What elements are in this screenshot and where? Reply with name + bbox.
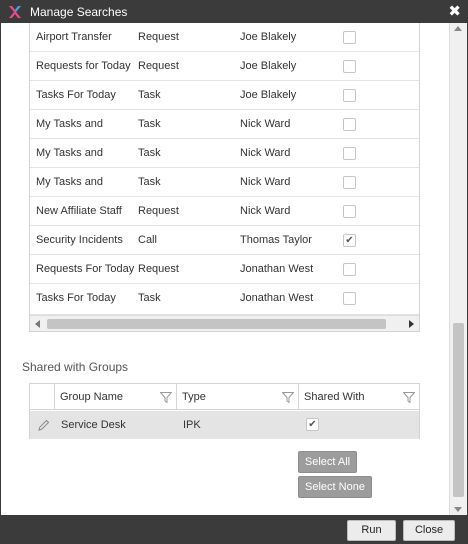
table-row[interactable]: My Tasks and Task Nick Ward bbox=[30, 168, 419, 197]
search-owner: Joe Blakely bbox=[240, 31, 297, 43]
search-type: Task bbox=[138, 118, 161, 130]
dialog-content: Airport Transfer Request Joe Blakely Req… bbox=[1, 23, 449, 515]
searches-grid: Airport Transfer Request Joe Blakely Req… bbox=[29, 23, 420, 332]
share-checkbox[interactable] bbox=[343, 176, 356, 189]
share-checkbox[interactable] bbox=[343, 292, 356, 305]
search-type: Request bbox=[138, 31, 179, 43]
group-type: IPK bbox=[183, 419, 201, 431]
search-name: My Tasks and bbox=[36, 147, 104, 159]
table-row[interactable]: Requests For Today Request Jonathan West bbox=[30, 255, 419, 284]
search-owner: Joe Blakely bbox=[240, 89, 297, 101]
app-logo-icon bbox=[9, 6, 21, 18]
search-type: Task bbox=[138, 89, 161, 101]
dialog-footer: Run Close bbox=[1, 515, 467, 544]
table-row[interactable]: Tasks For Today Task Jonathan West bbox=[30, 284, 419, 315]
search-name: Airport Transfer bbox=[36, 31, 112, 43]
search-name: Tasks For Today bbox=[36, 89, 116, 101]
share-checkbox-checked[interactable]: ✔ bbox=[343, 234, 356, 247]
select-none-button[interactable]: Select None bbox=[298, 476, 372, 498]
filter-icon[interactable] bbox=[160, 392, 172, 403]
vertical-scrollbar[interactable] bbox=[449, 23, 467, 515]
table-row[interactable]: My Tasks and Task Nick Ward bbox=[30, 139, 419, 168]
search-type: Task bbox=[138, 176, 161, 188]
select-all-button[interactable]: Select All bbox=[298, 451, 357, 473]
scroll-left-icon[interactable] bbox=[35, 320, 40, 328]
share-checkbox[interactable] bbox=[343, 89, 356, 102]
search-name: New Affiliate Staff bbox=[36, 205, 122, 217]
share-checkbox[interactable] bbox=[343, 263, 356, 276]
share-checkbox[interactable] bbox=[343, 118, 356, 131]
search-type: Request bbox=[138, 205, 179, 217]
column-label: Shared With bbox=[304, 391, 365, 403]
table-row[interactable]: Security Incidents Call Thomas Taylor ✔ bbox=[30, 226, 419, 255]
share-checkbox[interactable] bbox=[343, 205, 356, 218]
filter-icon[interactable] bbox=[282, 392, 294, 403]
search-name: My Tasks and bbox=[36, 176, 104, 188]
filter-icon[interactable] bbox=[403, 392, 415, 403]
search-type: Task bbox=[138, 292, 161, 304]
table-row[interactable]: Requests for Today Request Joe Blakely bbox=[30, 52, 419, 81]
table-row[interactable]: Tasks For Today Task Joe Blakely bbox=[30, 81, 419, 110]
search-type: Request bbox=[138, 263, 179, 275]
search-owner: Nick Ward bbox=[240, 147, 291, 159]
search-owner: Joe Blakely bbox=[240, 60, 297, 72]
search-type: Request bbox=[138, 60, 179, 72]
scrollbar-thumb[interactable] bbox=[453, 323, 464, 497]
search-owner: Nick Ward bbox=[240, 205, 291, 217]
title-bar: Manage Searches ✖ bbox=[1, 1, 467, 23]
shared-groups-label: Shared with Groups bbox=[22, 360, 129, 374]
table-row[interactable]: New Affiliate Staff Request Nick Ward bbox=[30, 197, 419, 226]
search-owner: Nick Ward bbox=[240, 118, 291, 130]
search-owner: Nick Ward bbox=[240, 176, 291, 188]
scrollbar-thumb[interactable] bbox=[47, 319, 386, 329]
search-owner: Thomas Taylor bbox=[240, 234, 312, 246]
search-type: Call bbox=[138, 234, 157, 246]
column-type[interactable]: Type bbox=[177, 384, 299, 410]
scroll-up-icon[interactable] bbox=[454, 26, 462, 31]
search-name: Security Incidents bbox=[36, 234, 123, 246]
search-type: Task bbox=[138, 147, 161, 159]
column-shared-with[interactable]: Shared With bbox=[299, 384, 419, 410]
grid-header: Group Name Type Shared With bbox=[30, 384, 419, 410]
share-checkbox[interactable] bbox=[343, 147, 356, 160]
header-spacer bbox=[30, 384, 55, 410]
run-button[interactable]: Run bbox=[347, 520, 396, 541]
shared-with-checkbox-checked[interactable]: ✔ bbox=[306, 418, 319, 431]
search-owner: Jonathan West bbox=[240, 263, 314, 275]
manage-searches-dialog: Manage Searches ✖ Airport Transfer Reque… bbox=[0, 0, 468, 544]
share-checkbox[interactable] bbox=[343, 31, 356, 44]
search-name: Requests For Today bbox=[36, 263, 135, 275]
horizontal-scrollbar[interactable] bbox=[30, 315, 419, 331]
column-label: Group Name bbox=[60, 391, 123, 403]
search-name: My Tasks and bbox=[36, 118, 104, 130]
search-name: Tasks For Today bbox=[36, 292, 116, 304]
scroll-right-icon[interactable] bbox=[409, 320, 414, 328]
scroll-down-icon[interactable] bbox=[454, 507, 462, 512]
close-icon[interactable]: ✖ bbox=[448, 3, 461, 20]
search-name: Requests for Today bbox=[36, 60, 131, 72]
column-group-name[interactable]: Group Name bbox=[55, 384, 177, 410]
window-title: Manage Searches bbox=[30, 5, 128, 19]
search-owner: Jonathan West bbox=[240, 292, 314, 304]
shared-groups-grid: Group Name Type Shared With Service Desk… bbox=[29, 383, 420, 439]
table-row[interactable]: My Tasks and Task Nick Ward bbox=[30, 110, 419, 139]
close-button[interactable]: Close bbox=[403, 520, 455, 541]
pencil-icon[interactable] bbox=[38, 419, 50, 431]
table-row[interactable]: Airport Transfer Request Joe Blakely bbox=[30, 23, 419, 52]
column-label: Type bbox=[182, 391, 206, 403]
table-row[interactable]: Service Desk IPK ✔ bbox=[30, 411, 419, 439]
share-checkbox[interactable] bbox=[343, 60, 356, 73]
group-name: Service Desk bbox=[61, 419, 126, 431]
